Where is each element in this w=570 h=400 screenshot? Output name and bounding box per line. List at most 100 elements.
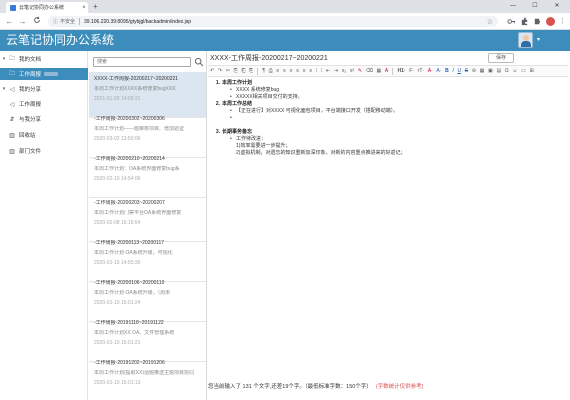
share-icon: ◁ <box>9 101 15 108</box>
paste-icon[interactable]: ⎗ <box>241 66 245 76</box>
forward-button[interactable]: → <box>17 16 28 27</box>
sidebar-item-shared-with-me[interactable]: ⇵ 与我分享 <box>0 113 88 125</box>
align-right-icon[interactable]: ≡ <box>290 66 293 76</box>
expand-caret-icon[interactable]: ▾ <box>0 86 8 92</box>
list-item-title: -工作周报-20191118~20191122 <box>94 320 164 326</box>
image-icon[interactable]: ▦ <box>480 66 485 76</box>
strikethrough-icon[interactable]: S <box>465 66 468 76</box>
sidebar-item-recycle-bin[interactable]: ▥ 回收站 <box>0 129 88 141</box>
key-icon[interactable] <box>507 17 516 26</box>
window-maximize-button[interactable]: ☐ <box>524 0 546 13</box>
list-item-date: 2020-01-13 14:55:30 <box>94 260 141 266</box>
spacing-icon[interactable]: ⁞ <box>321 66 322 76</box>
bold-icon[interactable]: B <box>445 66 449 76</box>
browser-menu-icon[interactable]: ⋮ <box>558 17 567 26</box>
bookmark-star-icon[interactable]: ☆ <box>487 18 493 26</box>
profile-avatar-icon[interactable] <box>546 17 555 26</box>
not-secure-label: 不安全 <box>60 19 76 25</box>
sidebar-item-my-shares[interactable]: ▾ ◁ 我的分享 <box>0 83 88 95</box>
bullet-item: • XXXX 系统修复bug <box>208 87 568 94</box>
media-icon[interactable]: ▣ <box>488 66 493 76</box>
bullet-item: 2)虚拟机制，对遗忘的知识重新加深印象，对新的内容重点推进来的好返记； <box>208 150 568 157</box>
outdent-icon[interactable]: ⇤ <box>326 66 330 76</box>
heading-dropdown[interactable]: H1· <box>398 66 406 76</box>
window-minimize-button[interactable]: — <box>502 0 524 13</box>
underline-icon[interactable]: U <box>457 66 461 76</box>
font-color-icon[interactable]: A <box>385 66 388 76</box>
italic-icon[interactable]: I <box>452 66 453 76</box>
word-count-note: (字数统计仅供参考) <box>375 384 424 390</box>
info-icon[interactable]: ⓘ <box>53 18 58 25</box>
bullet-item: 1)效率需要进一步提升； <box>208 143 568 150</box>
sidebar-item-label: 部门文件 <box>19 149 42 155</box>
remove-format-icon[interactable]: ⊘ <box>472 66 476 76</box>
font-size-dropdown[interactable]: rT· <box>418 66 424 76</box>
search-input[interactable] <box>94 58 190 66</box>
shared-with-me-icon: ⇵ <box>9 116 15 123</box>
user-avatar[interactable] <box>518 32 533 48</box>
background-color-dropdown[interactable]: A· <box>436 66 441 76</box>
text-color-dropdown[interactable]: A· <box>428 66 433 76</box>
redo-icon[interactable]: ↷ <box>218 66 222 76</box>
line-height-icon[interactable]: ⁞ <box>316 66 317 76</box>
browser-tab[interactable]: 云笔记协同办公系统 × <box>6 2 88 13</box>
paste-plain-icon[interactable]: ⎘ <box>249 66 253 76</box>
tab-close-icon[interactable]: × <box>80 5 88 11</box>
back-button[interactable]: ← <box>4 16 15 27</box>
expand-caret-icon[interactable]: ▾ <box>0 56 8 62</box>
search-icon[interactable] <box>194 57 204 67</box>
address-bar[interactable]: ⓘ 不安全 39.106.220.39:8095/gtybjgl/backadm… <box>48 16 498 27</box>
list-item-summary: 本周工作计划：OA系统界面修复bug系 <box>94 166 180 172</box>
puzzle-icon[interactable] <box>533 17 542 26</box>
editor-content[interactable]: 1. 本周工作计划 • XXXX 系统修复bug • XXXXX相关项目交付的支持。 … <box>208 77 568 397</box>
horizontal-rule-icon[interactable]: ▭ <box>521 66 526 76</box>
paragraph-icon[interactable]: ¶ <box>262 66 265 76</box>
highlight-icon[interactable]: ✎ <box>358 66 362 76</box>
cut-icon[interactable]: ✂ <box>226 66 230 76</box>
bullet-item: • XXXXX相关项目交付的支持。 <box>208 94 568 101</box>
empty-line <box>208 122 568 129</box>
print-icon[interactable]: ⎙ <box>269 66 273 76</box>
insert-table-icon[interactable]: ⊞ <box>529 66 533 76</box>
search-box[interactable] <box>93 57 191 67</box>
address-url[interactable]: 39.106.220.39:8095/gtybjgl/backadmin/ind… <box>84 19 191 25</box>
font-family-dropdown[interactable]: F· <box>409 66 414 76</box>
share-icon: ◁ <box>9 86 15 93</box>
ordered-list-icon[interactable]: ≡ <box>303 66 306 76</box>
word-count-status: 您当前输入了 131 个文字,还差19个字。（最低标准字数：150个字） (字数统… <box>208 383 423 391</box>
copy-icon[interactable]: ⎘ <box>234 66 238 76</box>
attachment-icon[interactable]: ▤ <box>496 66 501 76</box>
emoji-icon[interactable]: ☺ <box>512 66 517 76</box>
table-icon[interactable]: ▦ <box>376 66 381 76</box>
superscript-icon[interactable]: x² <box>350 66 354 76</box>
list-item[interactable]: -工作周报-20200210~20200214 本周工作计划：OA系统界面修复b… <box>89 152 206 198</box>
trash-icon: ▥ <box>9 132 15 139</box>
extension-icon[interactable] <box>520 17 529 26</box>
list-item[interactable]: -工作周报-20191202~20191206 本周工作计划(提取XX)话题推送… <box>89 356 206 400</box>
section-heading: 3. 长期事务备忘 <box>208 129 568 136</box>
unordered-list-icon[interactable]: ≡ <box>309 66 312 76</box>
app-header: 云笔记协同办公系统 ▾ <box>0 30 570 51</box>
section-heading: 1. 本周工作计划 <box>208 80 568 87</box>
new-tab-button[interactable]: + <box>93 2 98 11</box>
subscript-icon[interactable]: x₂ <box>342 66 346 76</box>
redacted-block <box>44 72 59 76</box>
avatar-body <box>521 41 531 47</box>
align-left-icon[interactable]: ≡ <box>276 66 279 76</box>
align-center-icon[interactable]: ≡ <box>283 66 286 76</box>
indent-icon[interactable]: ⇥ <box>334 66 338 76</box>
sidebar-item-shared-weekly[interactable]: ◁ 工作周报 <box>0 98 88 110</box>
document-title[interactable]: XXXX-工作周报-20200217~20200221 <box>210 54 328 63</box>
reload-button[interactable] <box>31 16 42 27</box>
align-justify-icon[interactable]: ≡ <box>296 66 299 76</box>
window-close-button[interactable]: ✕ <box>546 0 568 13</box>
undo-icon[interactable]: ↶ <box>210 66 214 76</box>
sidebar-item-my-docs[interactable]: ▾ 🗀 我的文档 <box>0 53 88 65</box>
save-button[interactable]: 保存 <box>488 53 514 63</box>
sidebar-item-dept-files[interactable]: ▥ 部门文件 <box>0 145 88 157</box>
sidebar-item-weekly-report[interactable]: 🗀 工作周报 <box>0 68 88 80</box>
user-menu-caret-icon[interactable]: ▾ <box>537 36 540 43</box>
special-char-icon[interactable]: Ω <box>505 66 509 76</box>
clear-format-icon[interactable]: ⌫ <box>366 66 373 76</box>
bullet-text: 1)效率需要进一步提升； <box>236 143 291 149</box>
